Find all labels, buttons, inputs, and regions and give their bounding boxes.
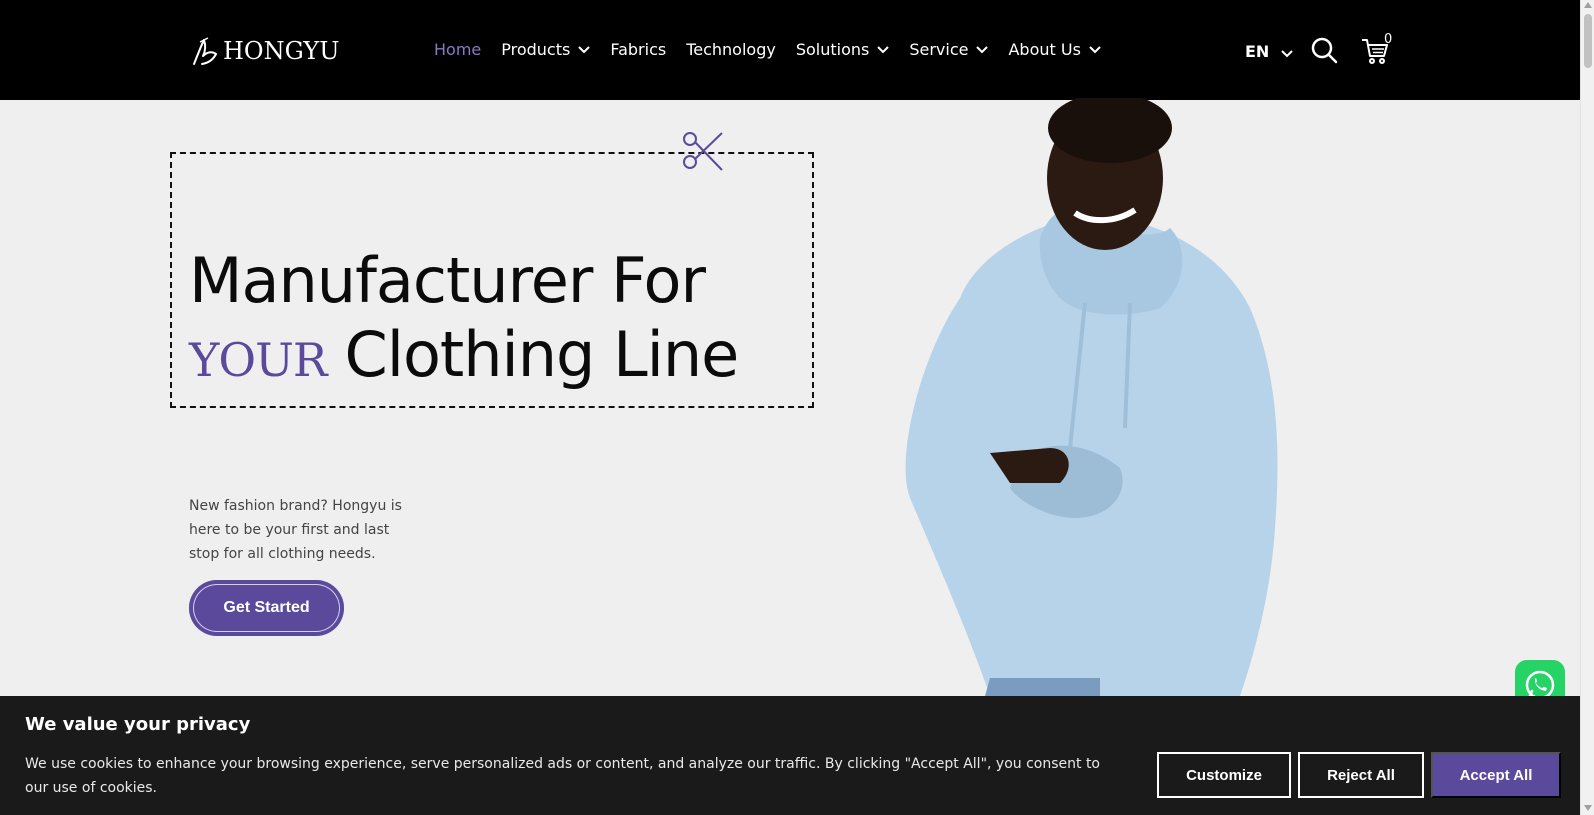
reject-all-button[interactable]: Reject All	[1298, 752, 1424, 798]
cookie-banner: We value your privacy We use cookies to …	[0, 696, 1580, 815]
chevron-down-icon	[877, 45, 890, 53]
scrollbar-thumb[interactable]	[1584, 14, 1592, 68]
language-label: EN	[1245, 42, 1270, 61]
logo[interactable]: HONGYU	[188, 34, 339, 68]
nav-technology-label: Technology	[686, 40, 776, 59]
get-started-button[interactable]: Get Started	[189, 580, 344, 636]
logo-text: HONGYU	[223, 37, 340, 65]
nav-products[interactable]: Products	[501, 40, 591, 59]
nav-products-label: Products	[501, 40, 571, 59]
hero-description: New fashion brand? Hongyu is here to be …	[189, 498, 402, 562]
customize-button[interactable]: Customize	[1157, 752, 1291, 798]
nav-service-label: Service	[909, 40, 969, 59]
scroll-down-arrow-icon[interactable]	[1584, 805, 1592, 811]
nav-technology[interactable]: Technology	[686, 40, 776, 59]
logo-mark-icon	[193, 37, 218, 65]
nav-about-us[interactable]: About Us	[1008, 40, 1101, 59]
hero-title: Manufacturer For YOUR Clothing Line	[189, 244, 739, 398]
nav-home-label: Home	[434, 40, 482, 59]
nav-fabrics[interactable]: Fabrics	[610, 40, 666, 59]
language-selector[interactable]: EN	[1245, 42, 1294, 61]
chevron-down-icon	[1089, 45, 1101, 53]
site-header: HONGYU Home Products Fabrics Technology …	[0, 0, 1580, 100]
hero-title-line1: Manufacturer For	[189, 244, 706, 317]
nav-service[interactable]: Service	[909, 40, 989, 59]
nav-fabrics-label: Fabrics	[610, 40, 667, 59]
hero-title-line2-text: Clothing Line	[344, 318, 739, 391]
scissors-icon	[683, 132, 723, 171]
cookie-title: We value your privacy	[25, 714, 251, 735]
accept-all-button[interactable]: Accept All	[1431, 752, 1561, 798]
hero-title-accent: YOUR	[189, 333, 327, 387]
chevron-down-icon	[578, 45, 591, 53]
chevron-down-icon	[976, 45, 989, 53]
nav-solutions-label: Solutions	[795, 40, 870, 59]
cookie-text: We use cookies to enhance your browsing …	[25, 756, 1100, 796]
cart-count-badge: 0	[1384, 32, 1393, 47]
nav-home[interactable]: Home	[434, 40, 481, 59]
nav-solutions[interactable]: Solutions	[796, 40, 890, 59]
nav-about-us-label: About Us	[1008, 40, 1081, 59]
chevron-down-icon	[1281, 49, 1294, 57]
hero-model-image	[905, 98, 1278, 696]
search-icon[interactable]	[1310, 36, 1338, 64]
page-scrollbar[interactable]	[1580, 0, 1594, 815]
main-nav: Home Products Fabrics Technology Solutio…	[434, 40, 1121, 59]
hero-title-line2: YOUR Clothing Line	[189, 317, 739, 398]
scroll-up-arrow-icon[interactable]	[1584, 2, 1592, 8]
